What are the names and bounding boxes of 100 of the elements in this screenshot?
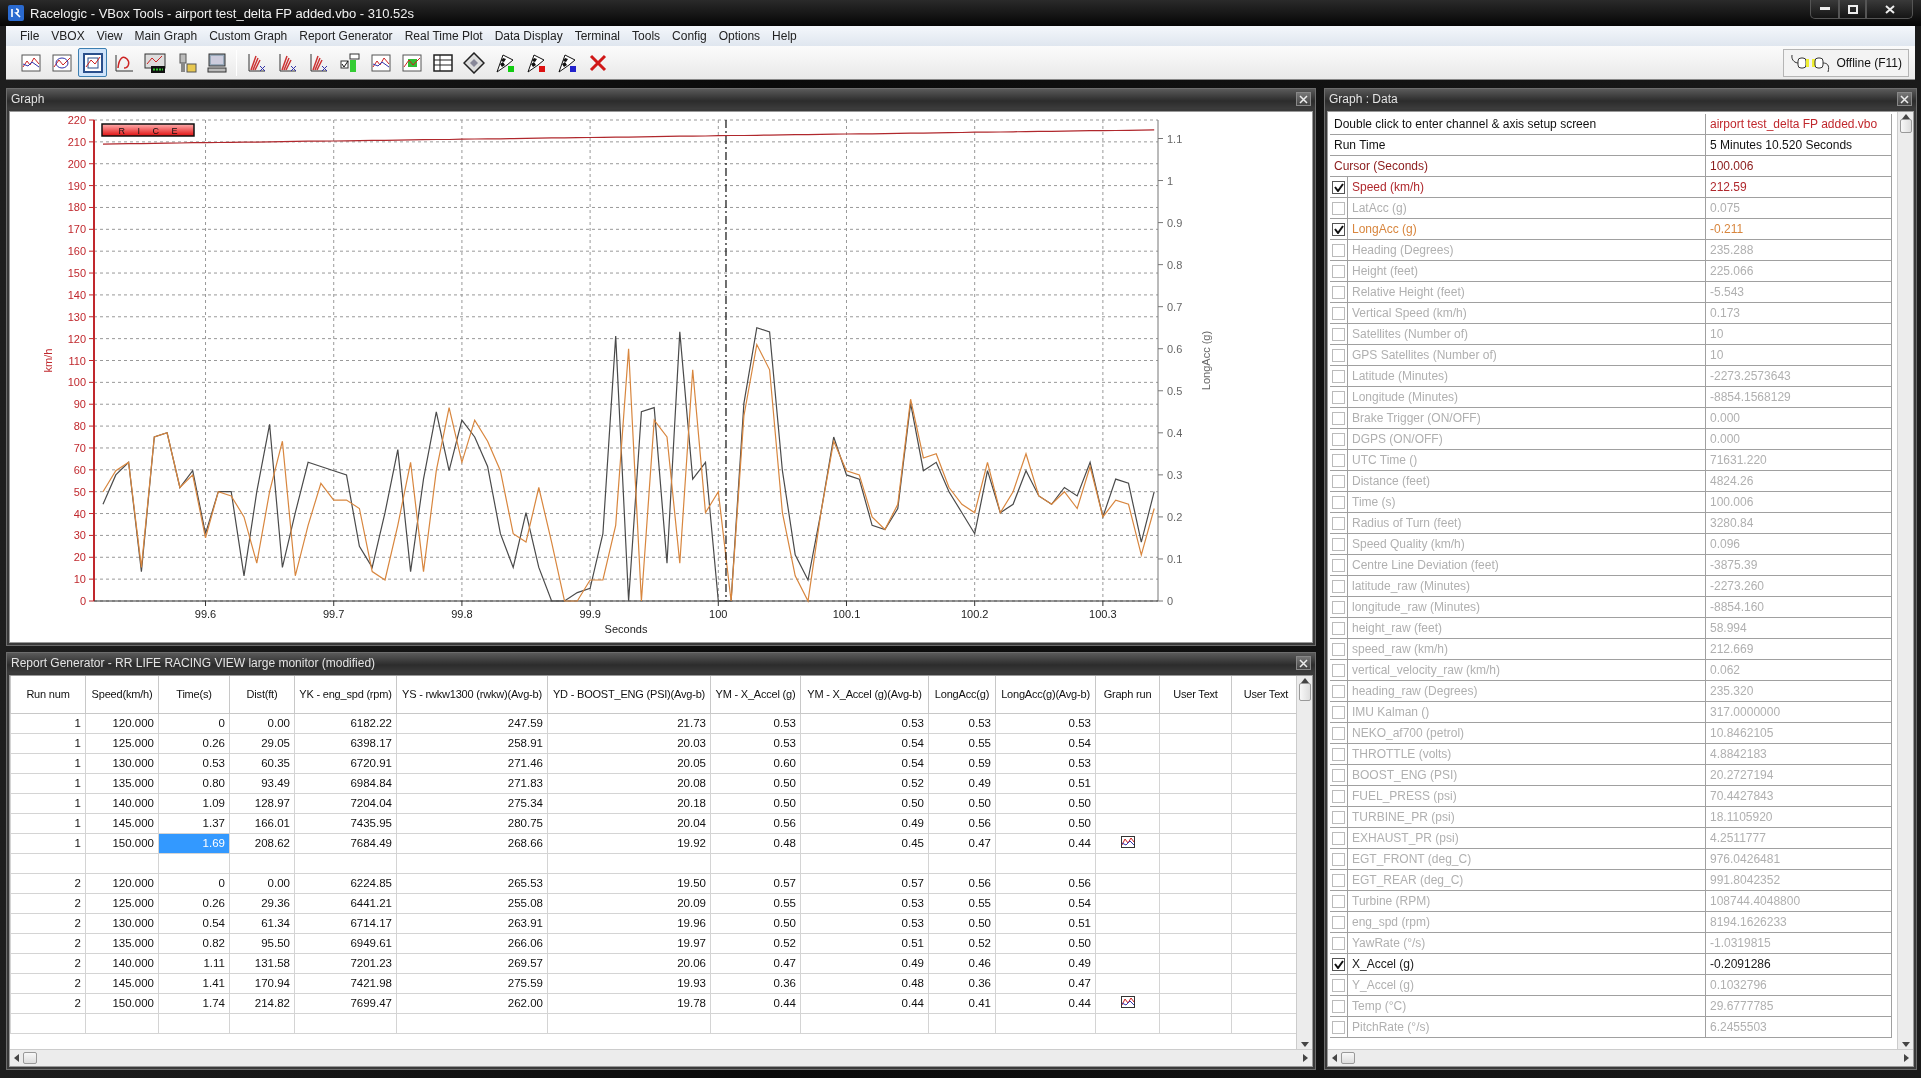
checkbox[interactable] [1332, 243, 1345, 257]
table-cell[interactable]: 2 [10, 873, 86, 893]
table-cell[interactable] [1095, 753, 1160, 773]
checkbox[interactable] [1332, 285, 1345, 299]
checkbox[interactable] [1332, 453, 1345, 467]
checkbox[interactable] [1332, 831, 1345, 845]
checkbox[interactable] [1332, 810, 1345, 824]
offline-button[interactable]: Offline (F11) [1783, 48, 1909, 77]
checkbox[interactable] [1332, 936, 1345, 950]
checkbox[interactable] [1332, 852, 1345, 866]
table-cell[interactable]: 2 [10, 993, 86, 1013]
table-cell[interactable]: 2 [10, 893, 86, 913]
maximize-button[interactable] [1839, 0, 1866, 19]
menu-item[interactable]: Tools [626, 27, 667, 45]
checkbox[interactable] [1332, 768, 1345, 782]
table-cell[interactable] [1095, 933, 1160, 953]
checkbox[interactable] [1332, 516, 1345, 530]
checkbox[interactable] [1332, 411, 1345, 425]
vertical-scrollbar[interactable] [1897, 112, 1913, 1049]
table-cell[interactable] [1095, 833, 1160, 853]
table-cell[interactable]: 1 [10, 813, 86, 833]
checkbox[interactable] [1332, 642, 1345, 656]
close-button[interactable] [1866, 0, 1913, 19]
checkbox[interactable] [1332, 495, 1345, 509]
checkbox[interactable] [1332, 579, 1345, 593]
menu-item[interactable]: Data Display [488, 27, 569, 45]
table-cell[interactable]: 1 [10, 773, 86, 793]
checkbox[interactable] [1332, 978, 1345, 992]
checkbox[interactable] [1332, 747, 1345, 761]
checkbox[interactable] [1332, 915, 1345, 929]
checkbox[interactable] [1332, 432, 1345, 446]
table-cell[interactable]: 2 [10, 973, 86, 993]
table-cell[interactable] [1095, 993, 1160, 1013]
table-cell[interactable]: 1 [10, 753, 86, 773]
table-cell[interactable] [1095, 713, 1160, 733]
table-cell[interactable]: 2 [10, 933, 86, 953]
checkbox[interactable] [1332, 999, 1345, 1013]
minimize-button[interactable] [1810, 0, 1839, 19]
checkbox[interactable] [1332, 222, 1345, 236]
table-cell[interactable] [1095, 733, 1160, 753]
horizontal-scrollbar[interactable] [1328, 1049, 1913, 1066]
checkbox[interactable] [1332, 957, 1345, 971]
checkbox[interactable] [1332, 306, 1345, 320]
checkbox[interactable] [1332, 684, 1345, 698]
checkbox[interactable] [1332, 201, 1345, 215]
table-cell[interactable] [1095, 793, 1160, 813]
checkbox[interactable] [1332, 558, 1345, 572]
checkbox[interactable] [1332, 180, 1345, 194]
menu-item[interactable]: VBOX [45, 27, 91, 45]
menu-item[interactable]: Config [666, 27, 713, 45]
table-cell[interactable]: 1 [10, 733, 86, 753]
menu-item[interactable]: View [90, 27, 129, 45]
checkbox[interactable] [1332, 1020, 1345, 1034]
table-cell[interactable] [1095, 813, 1160, 833]
checkbox[interactable] [1332, 537, 1345, 551]
menu-item[interactable]: Options [712, 27, 767, 45]
close-button[interactable] [1897, 92, 1912, 106]
axis-tick-label: 0.9 [1167, 216, 1183, 229]
scroll-thumb[interactable] [23, 1052, 37, 1064]
checkbox[interactable] [1332, 327, 1345, 341]
close-button[interactable] [1296, 656, 1311, 670]
close-button[interactable] [1296, 92, 1311, 106]
table-cell[interactable] [1095, 873, 1160, 893]
table-cell[interactable]: 2 [10, 913, 86, 933]
vertical-scrollbar[interactable] [1296, 676, 1312, 1049]
checkbox[interactable] [1332, 705, 1345, 719]
table-cell[interactable] [1095, 773, 1160, 793]
table-cell[interactable] [1095, 893, 1160, 913]
table-cell[interactable]: 2 [10, 953, 86, 973]
checkbox[interactable] [1332, 264, 1345, 278]
table-cell[interactable]: 1 [10, 793, 86, 813]
menu-item[interactable]: Custom Graph [203, 27, 294, 45]
menu-item[interactable]: Report Generator [293, 27, 399, 45]
menu-item[interactable]: File [14, 27, 46, 45]
scroll-thumb[interactable] [1298, 683, 1311, 701]
checkbox[interactable] [1332, 894, 1345, 908]
checkbox[interactable] [1332, 390, 1345, 404]
menu-item[interactable]: Terminal [568, 27, 627, 45]
menu-item[interactable]: Help [766, 27, 803, 45]
menu-item[interactable]: Real Time Plot [398, 27, 489, 45]
table-cell[interactable]: 1 [10, 833, 86, 853]
scroll-thumb[interactable] [1341, 1052, 1355, 1064]
table-cell[interactable] [1095, 953, 1160, 973]
toolbar-button[interactable] [78, 48, 107, 77]
checkbox[interactable] [1332, 369, 1345, 383]
table-cell[interactable] [1095, 913, 1160, 933]
scroll-down-icon [1300, 1042, 1309, 1047]
checkbox[interactable] [1332, 726, 1345, 740]
checkbox[interactable] [1332, 873, 1345, 887]
horizontal-scrollbar[interactable] [10, 1049, 1312, 1066]
table-cell[interactable] [1095, 973, 1160, 993]
menu-item[interactable]: Main Graph [128, 27, 204, 45]
checkbox[interactable] [1332, 789, 1345, 803]
checkbox[interactable] [1332, 663, 1345, 677]
scroll-thumb[interactable] [1899, 119, 1912, 133]
checkbox[interactable] [1332, 600, 1345, 614]
checkbox[interactable] [1332, 474, 1345, 488]
table-cell[interactable]: 1 [10, 713, 86, 733]
checkbox[interactable] [1332, 348, 1345, 362]
checkbox[interactable] [1332, 621, 1345, 635]
